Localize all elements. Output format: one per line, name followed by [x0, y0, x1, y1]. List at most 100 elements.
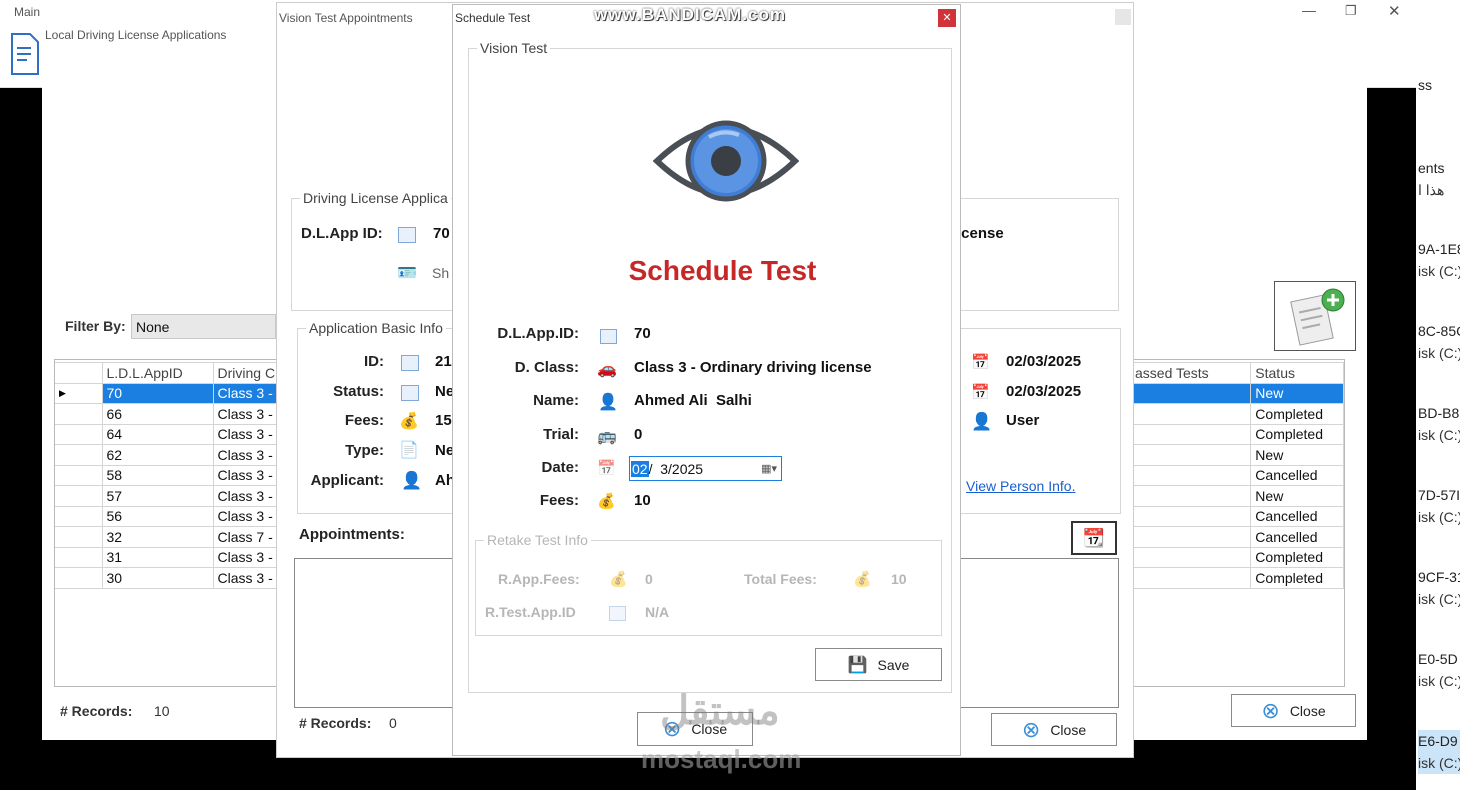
cell-passed-tests — [1129, 485, 1252, 507]
close-icon[interactable]: ✕ — [1388, 2, 1401, 20]
cell-status: Cancelled — [1250, 526, 1344, 548]
sch-person-icon: 👤 — [598, 394, 618, 411]
total-fees-value: 10 — [891, 571, 907, 587]
abi-group-legend: Application Basic Info — [306, 320, 446, 336]
ldla-close-button[interactable]: ⊗ Close — [1231, 694, 1356, 727]
add-appointment-button[interactable]: 📆 — [1071, 521, 1117, 555]
vta-close-button[interactable]: ⊗ Close — [991, 713, 1117, 746]
rtest-label: R.Test.App.ID — [485, 604, 576, 620]
minimize-icon[interactable]: — — [1302, 2, 1316, 18]
user-icon: 👤 — [971, 412, 993, 431]
save-button[interactable]: 💾 Save — [815, 648, 942, 681]
row-header[interactable] — [55, 485, 103, 507]
table-row[interactable]: 56 Class 3 - — [55, 505, 281, 527]
calendar-icon: 📅 — [971, 354, 990, 371]
table-row[interactable]: Completed — [1129, 546, 1344, 568]
explorer-panel: ssentsهذا ا9A-1E8isk (C:)8C-85Cisk (C:)B… — [1416, 0, 1460, 790]
table-row[interactable]: Completed — [1129, 567, 1344, 589]
cell-passed-tests — [1129, 526, 1252, 548]
bandicam-watermark: www.BANDICAM.com — [594, 5, 786, 24]
row-header[interactable] — [55, 423, 103, 445]
dialog-close-icon[interactable]: ✕ — [938, 9, 956, 27]
row-header[interactable] — [55, 546, 103, 568]
records-value: 10 — [154, 703, 170, 719]
maximize-icon[interactable]: ❐ — [1345, 3, 1357, 19]
explorer-item[interactable]: E6-D9 isk (C:) — [1418, 730, 1460, 774]
table-row[interactable]: Cancelled — [1129, 505, 1344, 527]
table-row[interactable]: Completed — [1129, 423, 1344, 445]
explorer-item[interactable]: E0-5D isk (C:) — [1418, 648, 1460, 692]
view-person-link[interactable]: View Person Info. — [966, 478, 1075, 494]
cell-status: Completed — [1250, 403, 1344, 425]
explorer-item[interactable]: ents هذا ا — [1418, 157, 1444, 201]
col-status[interactable]: Status — [1250, 362, 1344, 384]
sch-name-label: Name: — [533, 392, 579, 409]
abi-status-label: Status: — [333, 383, 384, 400]
cell-status: Completed — [1250, 546, 1344, 568]
vta-form-title: Vision Test Appointments — [279, 11, 413, 25]
table-row[interactable]: 31 Class 3 - — [55, 546, 281, 568]
sch-fees-label: Fees: — [539, 492, 579, 509]
explorer-item[interactable]: 9CF-31 isk (C:) — [1418, 566, 1460, 610]
row-header[interactable] — [55, 505, 103, 527]
calendar-dropdown-icon[interactable]: ▦▾ — [761, 462, 777, 475]
cell-passed-tests — [1129, 403, 1252, 425]
show-license-link[interactable]: Sh — [432, 265, 449, 281]
schedule-dialog: Schedule Test ✕ Vision Test Schedule Tes… — [452, 4, 961, 756]
date-picker[interactable]: 02 / 3/2025 ▦▾ — [629, 456, 782, 481]
explorer-item-sub: isk (C:) — [1418, 427, 1460, 443]
table-row[interactable]: Completed — [1129, 403, 1344, 425]
rapp-fees-label: R.App.Fees: — [498, 571, 580, 587]
explorer-item-name: BD-B8 — [1418, 405, 1460, 421]
col-passed-tests[interactable]: assed Tests — [1129, 362, 1252, 384]
explorer-item[interactable]: 8C-85C isk (C:) — [1418, 320, 1460, 364]
col-ldlappid[interactable]: L.D.L.AppID — [101, 362, 214, 384]
vta-dlapp-label: D.L.App ID: — [301, 225, 383, 242]
explorer-item[interactable]: BD-B8 isk (C:) — [1418, 402, 1460, 446]
row-header[interactable] — [55, 567, 103, 589]
rapp-fees-value: 0 — [645, 571, 653, 587]
explorer-item-name: 9A-1E8 — [1418, 241, 1460, 257]
row-header[interactable] — [55, 403, 103, 425]
table-row[interactable]: Cancelled — [1129, 526, 1344, 548]
cell-status: New — [1250, 382, 1344, 404]
sch-id-icon — [600, 329, 617, 344]
abi-type-label: Type: — [345, 442, 384, 459]
cell-passed-tests — [1129, 567, 1252, 589]
close-circle-icon: ⊗ — [1021, 716, 1041, 742]
row-header[interactable] — [55, 464, 103, 486]
mostaql-logo: مستقل — [660, 689, 780, 733]
table-row[interactable]: New — [1129, 444, 1344, 466]
filter-label: Filter By: — [65, 318, 126, 334]
explorer-item[interactable]: 9A-1E8 isk (C:) — [1418, 238, 1460, 282]
cell-ldlappid: 70 — [101, 382, 214, 404]
table-row[interactable]: 30 Class 3 - — [55, 567, 281, 589]
cell-ldlappid: 57 — [101, 485, 214, 507]
table-row[interactable]: Cancelled — [1129, 464, 1344, 486]
row-header[interactable] — [55, 526, 103, 548]
cell-passed-tests — [1129, 382, 1252, 404]
vta-date1: 02/03/2025 — [1006, 353, 1082, 370]
sch-trial-label: Trial: — [543, 426, 579, 443]
row-header[interactable] — [55, 444, 103, 466]
vta-user: User — [1006, 412, 1040, 429]
cell-passed-tests — [1129, 505, 1252, 527]
explorer-item-name: ents — [1418, 160, 1445, 176]
filter-select[interactable]: None — [131, 314, 276, 339]
table-row[interactable]: New — [1129, 382, 1344, 404]
table-row[interactable]: 32 Class 7 - — [55, 526, 281, 548]
person-icon: 👤 — [401, 471, 423, 490]
table-row[interactable]: New — [1129, 485, 1344, 507]
explorer-item[interactable]: 7D-57I isk (C:) — [1418, 484, 1460, 528]
cell-passed-tests — [1129, 444, 1252, 466]
add-application-button[interactable] — [1274, 281, 1356, 351]
id-icon — [401, 355, 419, 371]
explorer-item-name: E6-D9 — [1418, 733, 1458, 749]
row-header[interactable]: ▶ — [55, 382, 103, 404]
sch-date-label: Date: — [541, 459, 579, 476]
explorer-item[interactable]: ss — [1418, 74, 1432, 96]
filter-select-value: None — [136, 319, 170, 335]
date-picker-selected: 02 — [631, 460, 649, 477]
rtest-id-icon — [609, 606, 626, 621]
abi-fees-label: Fees: — [344, 412, 384, 429]
